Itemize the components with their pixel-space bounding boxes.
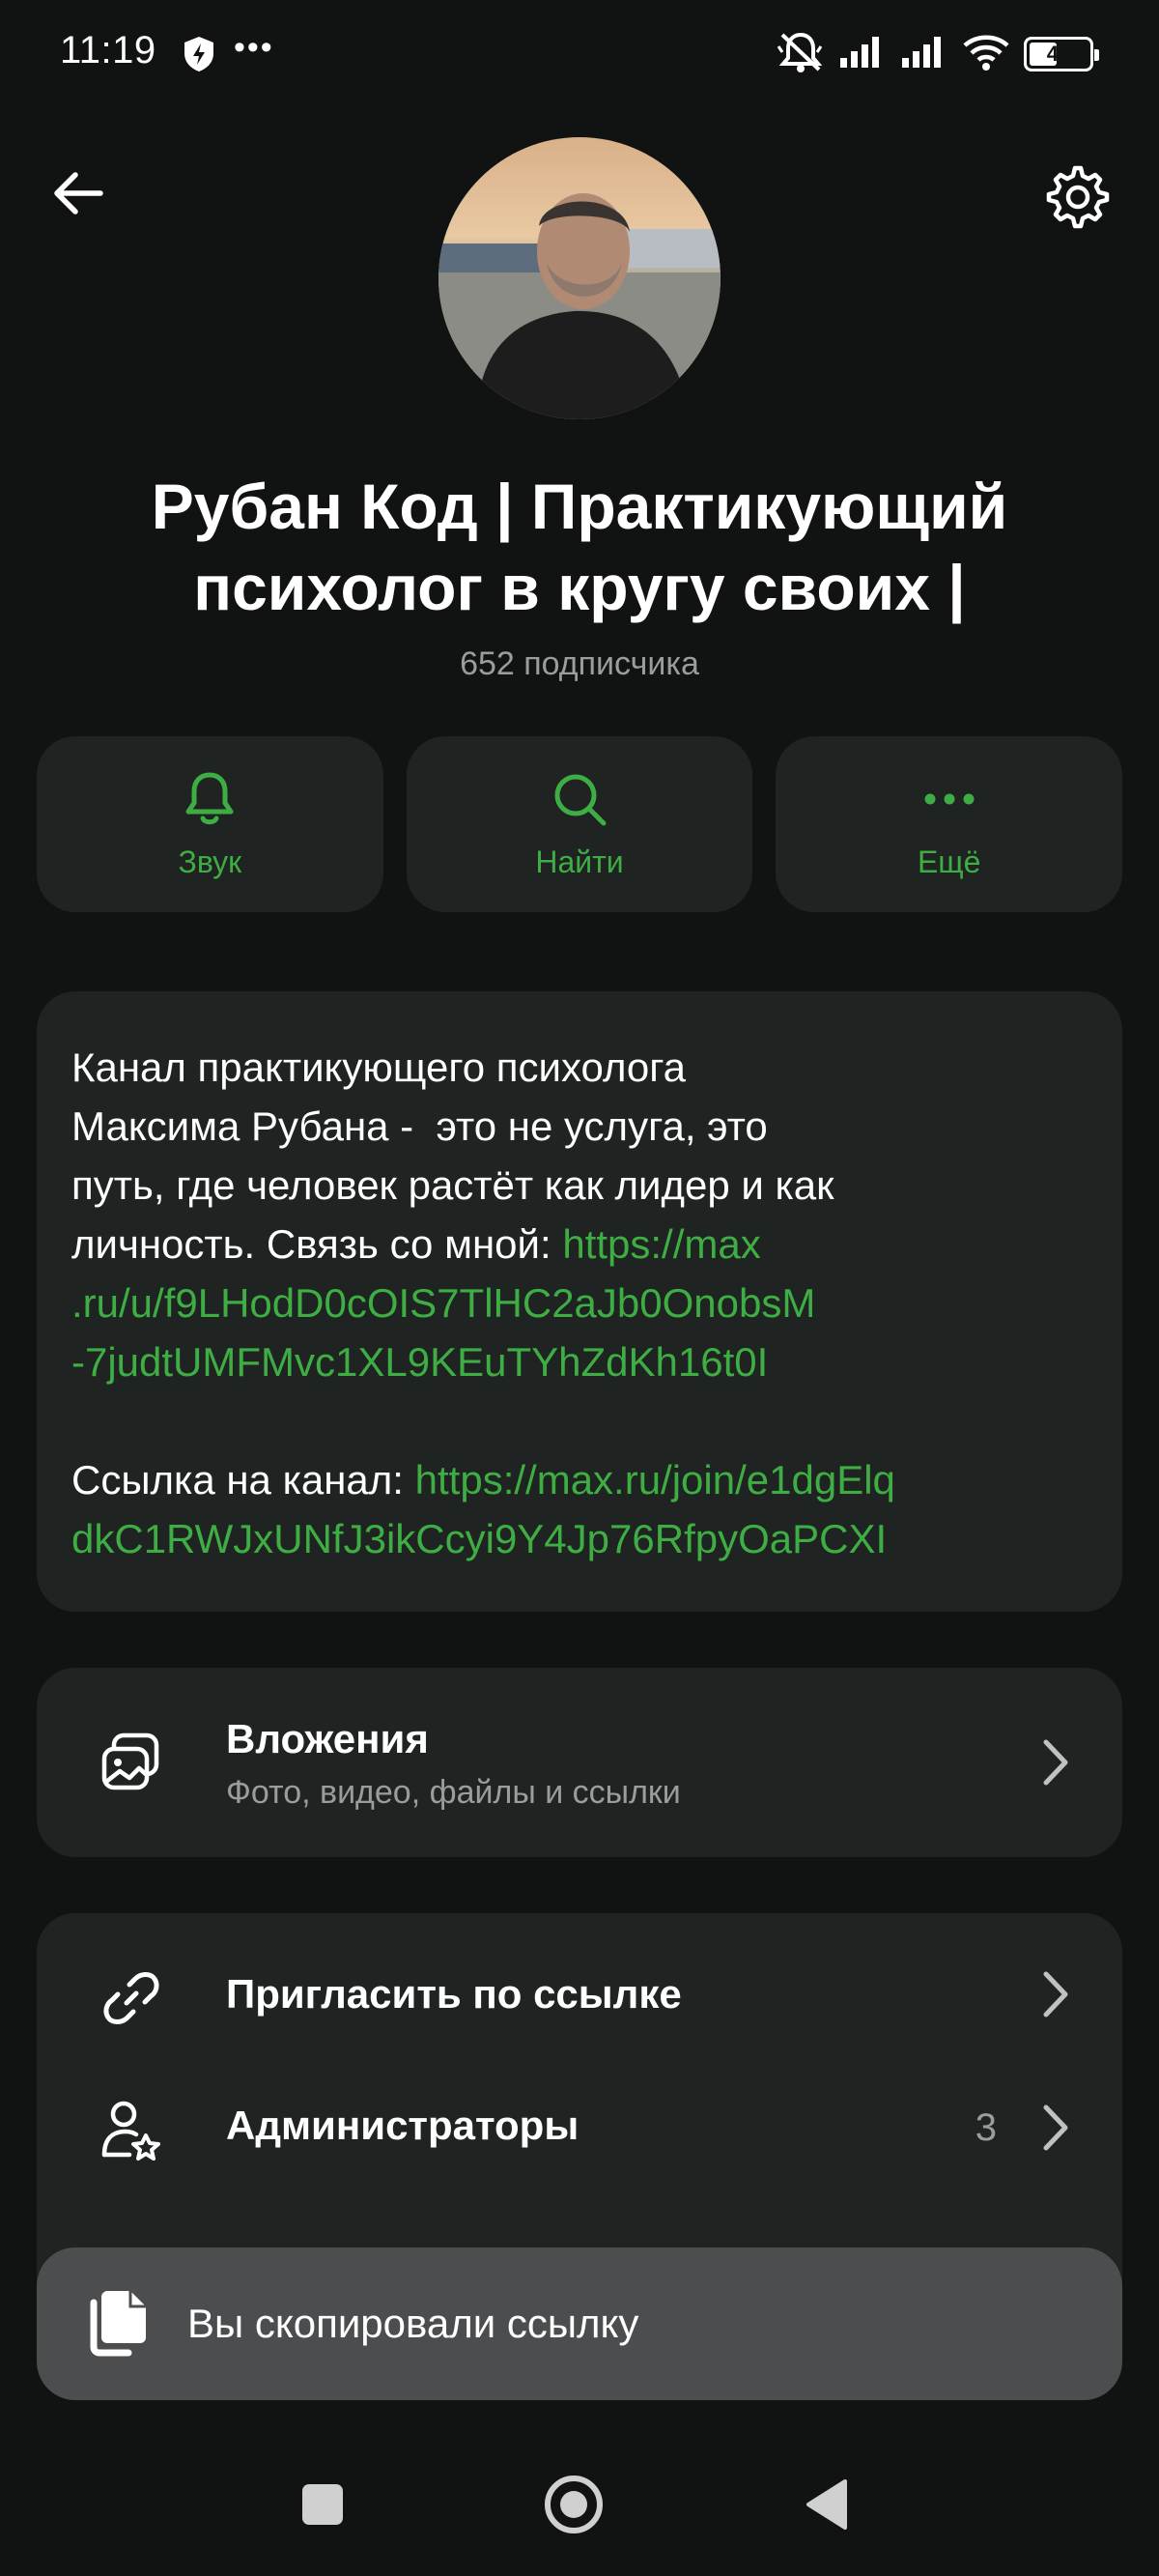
administrators-count: 3 <box>975 2106 997 2149</box>
signal-icon <box>838 35 887 74</box>
recents-button[interactable] <box>274 2456 371 2553</box>
administrators-row[interactable]: Администраторы 3 <box>37 2058 1122 2203</box>
more-button[interactable]: Ещё <box>776 736 1123 912</box>
back-button[interactable] <box>42 158 112 228</box>
channel-title: Рубан Код | Практикующий психолог в круг… <box>58 466 1101 628</box>
avatar-photo <box>438 137 721 419</box>
invite-link-label: Пригласить по ссылке <box>226 1971 682 2017</box>
channel-avatar[interactable] <box>438 137 721 419</box>
copy-icon <box>75 2285 153 2362</box>
gear-icon <box>1046 165 1110 229</box>
status-time: 11:19 <box>60 29 156 72</box>
subscriber-count: 652 подписчика <box>460 645 699 682</box>
toast-message: Вы скопировали ссылку <box>187 2301 639 2346</box>
mute-icon <box>777 31 825 78</box>
channel-title-line: психолог в кругу своих | <box>193 552 966 623</box>
channel-title-line: Рубан Код | Практикующий <box>151 471 1008 542</box>
battery-tip <box>1094 49 1099 61</box>
shield-bolt-icon <box>182 35 216 73</box>
arrow-left-icon <box>54 172 103 215</box>
copied-toast: Вы скопировали ссылку <box>37 2247 1122 2400</box>
attachments-title: Вложения <box>226 1716 429 1761</box>
status-overflow: ••• <box>234 29 274 66</box>
link-icon <box>97 1963 166 2033</box>
description-line: Ссылка на канал: https://max.ru/join/e1d… <box>71 1450 1088 1509</box>
back-nav-button[interactable] <box>778 2456 875 2553</box>
chevron-right-icon <box>1035 2099 1074 2157</box>
battery-icon: 47 <box>1024 37 1099 72</box>
user-star-icon <box>97 2095 166 2164</box>
more-dots-icon <box>924 793 975 804</box>
bell-icon <box>185 772 234 824</box>
description-card: Канал практикующего психолога Максима Ру… <box>37 991 1122 1612</box>
administrators-label: Администраторы <box>226 2103 580 2148</box>
sound-button[interactable]: Звук <box>37 736 383 912</box>
description-text: личность. Связь со мной: <box>71 1221 563 1267</box>
description-line: личность. Связь со мной: https://max <box>71 1215 1088 1274</box>
action-label: Найти <box>535 844 624 879</box>
status-bar: 11:19 ••• 47 <box>0 0 1159 106</box>
gallery-icon <box>97 1728 166 1797</box>
action-label: Звук <box>178 844 242 879</box>
system-navigation-bar <box>0 2435 1159 2576</box>
search-icon <box>554 774 607 825</box>
signal-icon <box>900 35 948 74</box>
action-buttons: Звук Найти Ещё <box>37 736 1123 912</box>
wifi-icon <box>962 33 1010 76</box>
settings-button[interactable] <box>1039 158 1117 236</box>
chevron-right-icon <box>1035 1733 1074 1791</box>
contact-link[interactable]: https://max <box>562 1221 760 1267</box>
contact-link[interactable]: .ru/u/f9LHodD0cOIS7TlHC2aJb0OnobsM <box>71 1274 1088 1332</box>
action-label: Ещё <box>917 844 981 879</box>
description-text: Максима Рубана - это не услуга, это <box>71 1103 768 1149</box>
square-icon <box>302 2484 343 2525</box>
attachments-row[interactable]: Вложения Фото, видео, файлы и ссылки <box>37 1668 1122 1857</box>
attachments-subtitle: Фото, видео, файлы и ссылки <box>226 1774 681 1811</box>
description-text: путь, где человек растёт как лидер и как <box>71 1162 834 1208</box>
description-text: Канал практикующего психолога <box>71 1045 687 1090</box>
channel-link[interactable]: dkC1RWJxUNfJ3ikCcyi9Y4Jp76RfpyOaPCXI <box>71 1509 1088 1568</box>
contact-link[interactable]: -7judtUMFMvc1XL9KEuTYhZdKh16t0I <box>71 1332 1088 1391</box>
description-text: Ссылка на канал: <box>71 1457 415 1503</box>
triangle-back-icon <box>806 2479 847 2530</box>
invite-link-row[interactable]: Пригласить по ссылке <box>37 1913 1122 2077</box>
channel-link[interactable]: https://max.ru/join/e1dgElq <box>415 1457 895 1503</box>
chevron-right-icon <box>1035 1965 1074 2023</box>
circle-icon <box>545 2476 603 2533</box>
home-button[interactable] <box>525 2456 622 2553</box>
battery-level: 47 <box>1046 42 1071 66</box>
search-button[interactable]: Найти <box>406 736 753 912</box>
